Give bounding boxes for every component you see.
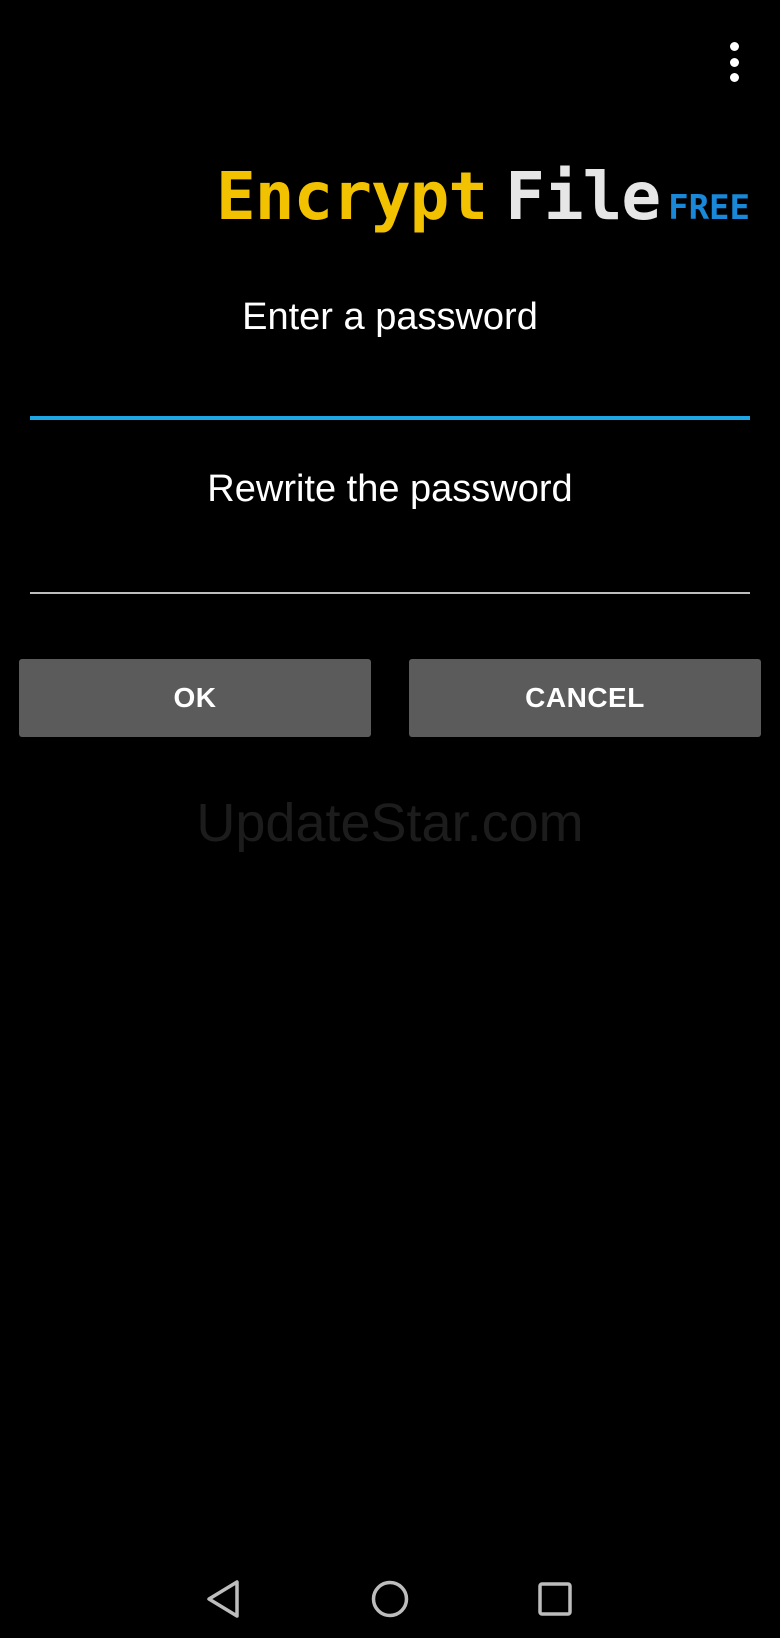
watermark: UpdateStar.com	[196, 793, 584, 853]
confirm-password-input[interactable]	[30, 534, 750, 594]
system-nav-bar	[0, 1560, 780, 1638]
back-button[interactable]	[198, 1574, 248, 1624]
logo-word-encrypt: Encrypt	[216, 158, 488, 235]
password-input[interactable]	[30, 360, 750, 420]
more-vert-icon-dot-3	[729, 73, 739, 82]
overflow-menu-button[interactable]	[712, 36, 756, 88]
recents-square-icon	[538, 1582, 572, 1616]
logo-word-file: File	[505, 158, 661, 235]
cancel-button[interactable]: CANCEL	[409, 659, 761, 737]
home-button[interactable]	[365, 1574, 415, 1624]
password-label: Enter a password	[242, 296, 538, 338]
logo-word-free: FREE	[668, 188, 750, 228]
confirm-password-label: Rewrite the password	[207, 468, 573, 510]
more-vert-icon-dot-1	[729, 42, 739, 51]
more-vert-icon-dot-2	[729, 57, 739, 67]
ok-button[interactable]: OK	[19, 659, 371, 737]
app-logo: Encrypt File FREE	[216, 158, 750, 248]
home-circle-icon	[371, 1580, 409, 1618]
back-triangle-icon	[207, 1580, 239, 1618]
recents-button[interactable]	[530, 1574, 580, 1624]
